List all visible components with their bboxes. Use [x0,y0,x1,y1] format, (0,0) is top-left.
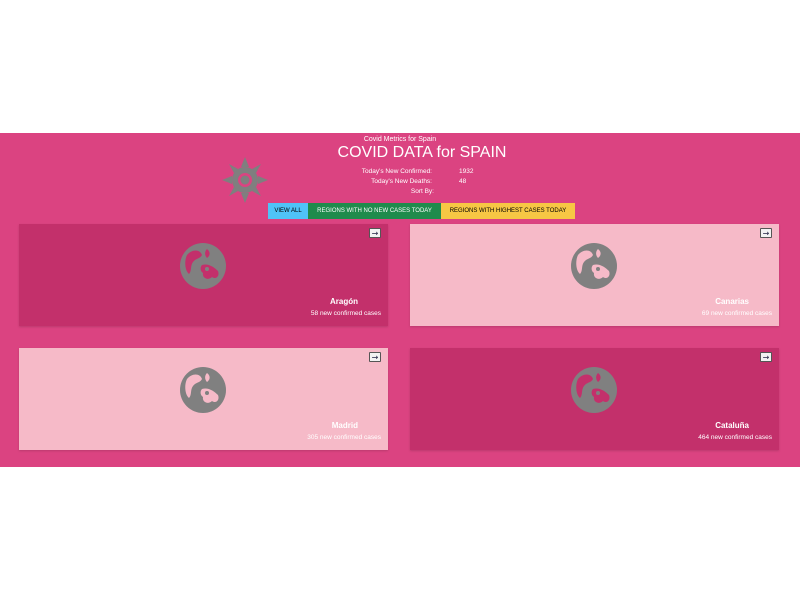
region-name: Canarias [715,297,749,306]
new-deaths-label: Today's New Deaths: [371,178,432,185]
region-cases: 69 new confirmed cases [701,310,772,317]
new-deaths-value: 48 [459,178,467,185]
region-cases: 464 new confirmed cases [698,434,772,441]
globe-icon [180,367,226,413]
filter-bar: VIEW ALL REGIONS WITH NO NEW CASES TODAY… [268,203,575,219]
new-confirmed-label: Today's New Confirmed: [361,168,432,175]
page-title: COVID DATA for SPAIN [337,144,507,161]
region-name: Aragón [330,297,358,306]
region-name: Madrid [331,421,358,430]
open-region-button[interactable]: → [760,228,772,238]
globe-icon [571,243,617,289]
open-region-button[interactable]: → [760,352,772,362]
open-region-button[interactable]: → [369,352,381,362]
new-confirmed-row: Today's New Confirmed: 1932 [0,167,800,177]
main-panel: Covid Metrics for Spain COVID DATA for S… [0,133,800,467]
sort-by-label: Sort By: [410,188,434,195]
region-cases: 305 new confirmed cases [307,434,381,441]
new-deaths-row: Today's New Deaths: 48 [0,177,800,187]
region-card-aragon[interactable]: → Aragón 58 new confirmed cases [19,224,388,326]
stats-block: Today's New Confirmed: 1932 Today's New … [0,167,800,197]
globe-icon [180,243,226,289]
region-cases: 58 new confirmed cases [310,310,381,317]
region-card-cataluna[interactable]: → Cataluña 464 new confirmed cases [410,348,779,450]
region-card-canarias[interactable]: → Canarias 69 new confirmed cases [410,224,779,326]
open-region-button[interactable]: → [369,228,381,238]
view-all-button[interactable]: VIEW ALL [268,203,308,219]
region-card-madrid[interactable]: → Madrid 305 new confirmed cases [19,348,388,450]
region-name: Cataluña [715,421,749,430]
highest-cases-button[interactable]: REGIONS WITH HIGHEST CASES TODAY [441,203,575,219]
new-confirmed-value: 1932 [459,168,474,175]
no-new-cases-button[interactable]: REGIONS WITH NO NEW CASES TODAY [308,203,441,219]
sort-row: Sort By: [0,187,800,197]
globe-icon [571,367,617,413]
